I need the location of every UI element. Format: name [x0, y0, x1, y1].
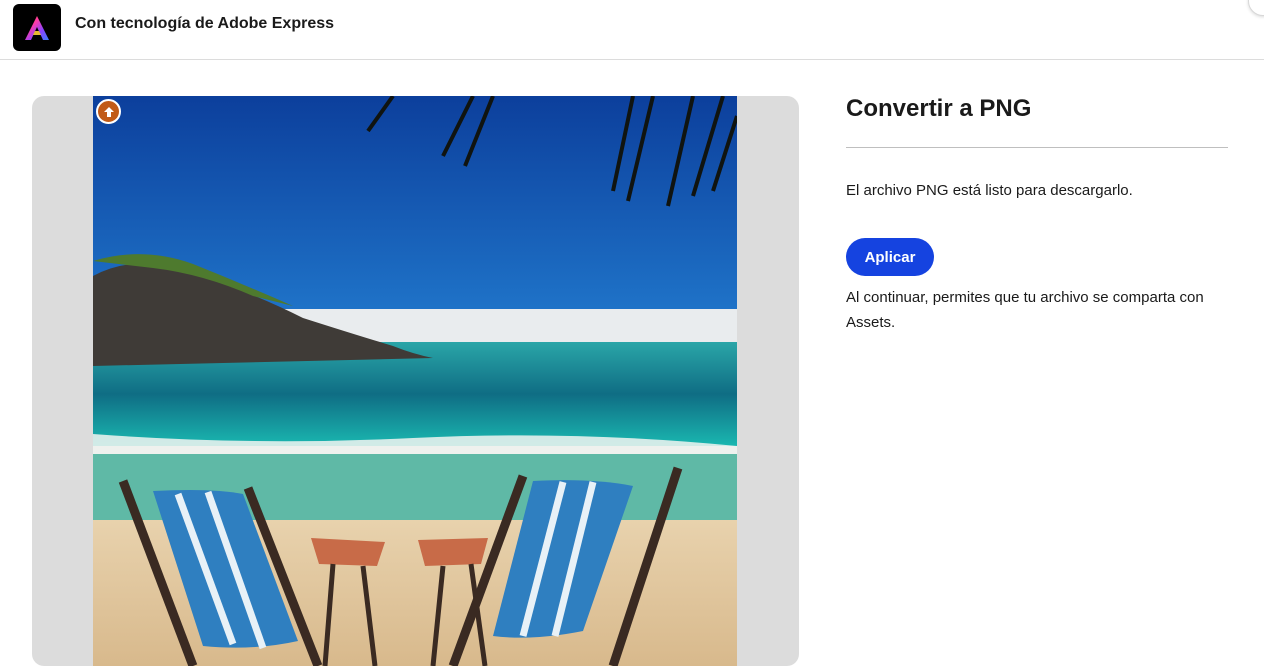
- beach-chairs-image: [93, 96, 737, 666]
- close-button[interactable]: [1248, 0, 1264, 16]
- adobe-stock-icon: [96, 99, 121, 124]
- status-text: El archivo PNG está listo para descargar…: [846, 182, 1133, 199]
- share-notice-text: Al continuar, permites que tu archivo se…: [846, 289, 1204, 331]
- header-title: Con tecnología de Adobe Express: [75, 15, 335, 32]
- image-preview-panel: [32, 96, 799, 666]
- app-header: Con tecnología de Adobe Express: [0, 0, 1264, 60]
- page-title: Convertir a PNG: [846, 95, 1032, 122]
- adobe-express-logo-icon[interactable]: [13, 4, 61, 51]
- divider: [846, 147, 1228, 148]
- apply-button[interactable]: Aplicar: [846, 238, 934, 276]
